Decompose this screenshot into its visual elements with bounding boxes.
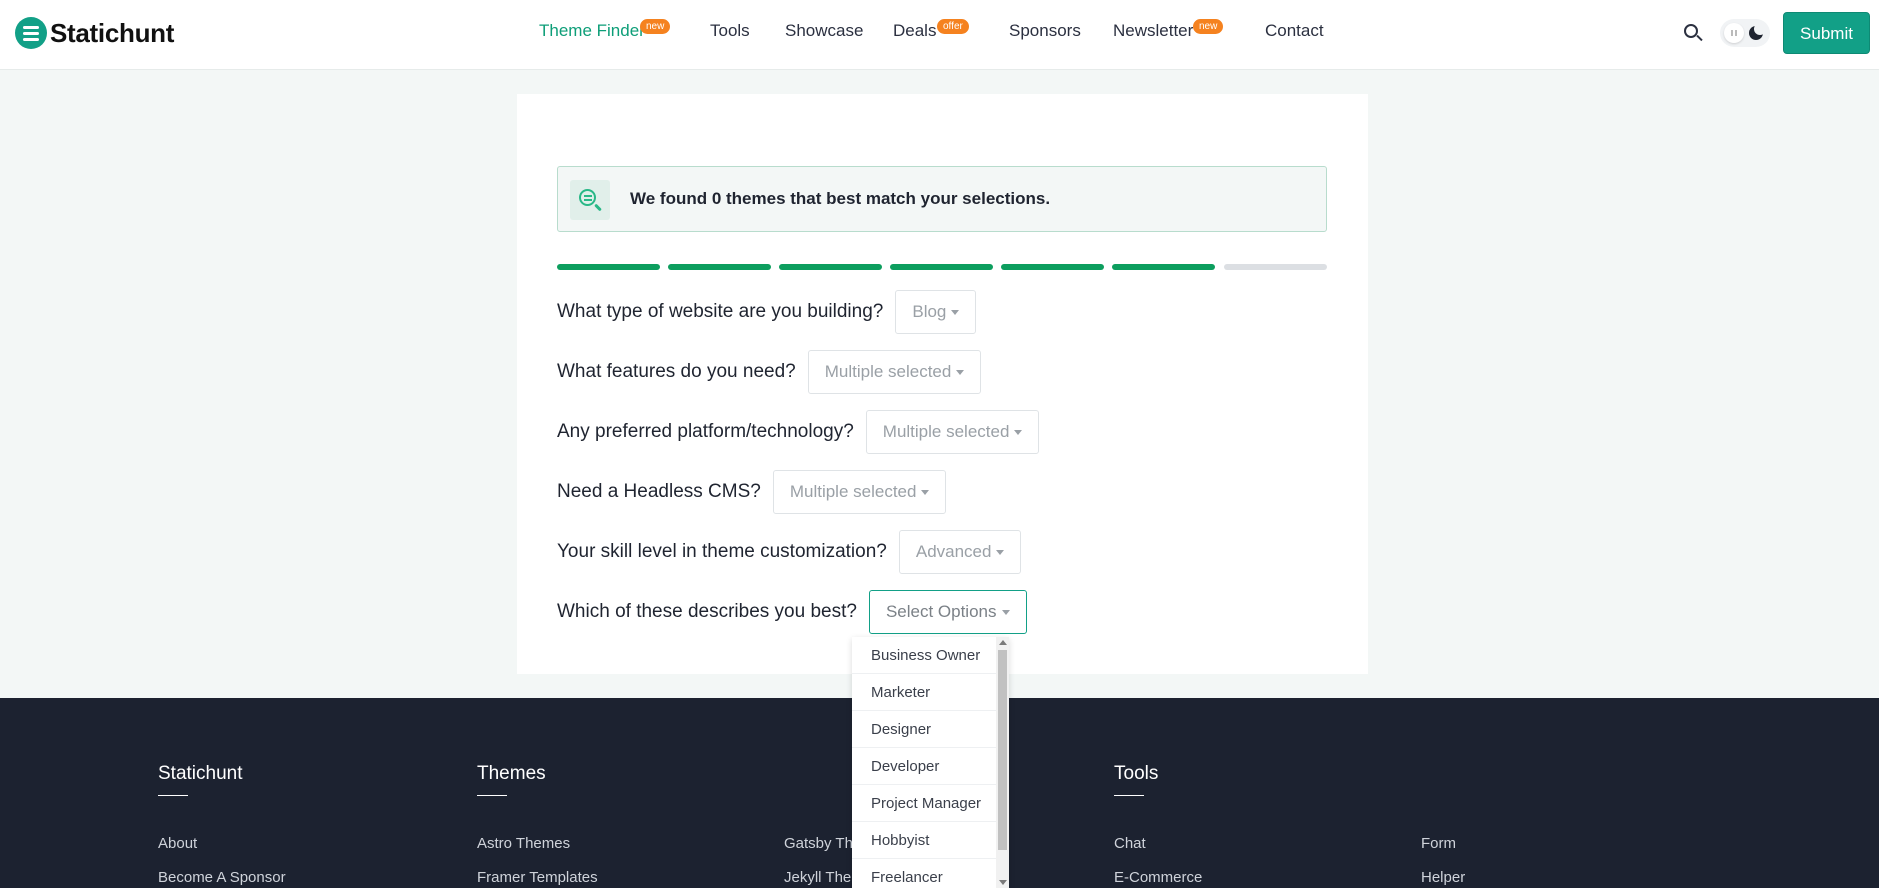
nav-item-newsletter[interactable]: Newsletter new: [1113, 19, 1224, 41]
question-label: Need a Headless CMS?: [557, 481, 761, 502]
option-business-owner[interactable]: Business Owner: [852, 637, 996, 674]
logo-icon: [15, 17, 47, 49]
offer-badge: offer: [937, 19, 969, 34]
footer-link-become-a-sponsor[interactable]: Become A Sponsor: [158, 869, 286, 886]
option-project-manager[interactable]: Project Manager: [852, 785, 996, 822]
question-label: Your skill level in theme customization?: [557, 541, 887, 562]
question-skill-level: Your skill level in theme customization?…: [557, 530, 1022, 574]
footer-link-chat[interactable]: Chat: [1114, 835, 1146, 852]
question-label: What type of website are you building?: [557, 301, 884, 322]
option-hobbyist[interactable]: Hobbyist: [852, 822, 996, 859]
nav-item-sponsors[interactable]: Sponsors: [1009, 21, 1081, 41]
caret-down-icon: [996, 550, 1005, 556]
footer-column-statichunt: Statichunt: [158, 763, 243, 796]
new-badge: new: [1193, 19, 1224, 34]
progress-step: [1112, 264, 1215, 270]
progress-step: [1224, 264, 1327, 270]
caret-down-icon: [956, 370, 965, 376]
question-features: What features do you need? Multiple sele…: [557, 350, 982, 394]
question-describes-you: Which of these describes you best? Selec…: [557, 590, 1027, 634]
heading-underline: [158, 795, 188, 796]
select-value: Multiple selected: [824, 362, 952, 381]
caret-down-icon: [1014, 430, 1023, 436]
select-value: Blog: [912, 302, 947, 321]
footer-link-form[interactable]: Form: [1421, 835, 1456, 852]
footer-link-gatsby-themes[interactable]: Gatsby The: [784, 835, 861, 852]
select-value: Multiple selected: [789, 482, 917, 501]
nav-label: Contact: [1265, 21, 1324, 40]
menu-scrollbar[interactable]: [996, 637, 1009, 888]
option-freelancer[interactable]: Freelancer: [852, 859, 996, 888]
progress-step: [668, 264, 771, 270]
scroll-up-arrow-icon[interactable]: [999, 640, 1007, 645]
footer-link-astro-themes[interactable]: Astro Themes: [477, 835, 570, 852]
result-text: We found 0 themes that best match your s…: [630, 189, 1051, 208]
footer-link-about[interactable]: About: [158, 835, 197, 852]
progress-step: [779, 264, 882, 270]
caret-down-icon: [951, 310, 960, 316]
caret-down-icon: [921, 490, 930, 496]
footer-link-helper[interactable]: Helper: [1421, 869, 1465, 886]
headless-cms-select[interactable]: Multiple selected: [772, 470, 947, 514]
heading-underline: [477, 795, 507, 796]
select-value: Advanced: [915, 542, 992, 561]
describes-you-select[interactable]: Select Options: [868, 590, 1027, 634]
site-header: Statichunt Theme Finder new Tools Showca…: [0, 0, 1879, 70]
nav-item-showcase[interactable]: Showcase: [785, 21, 863, 41]
nav-label: Showcase: [785, 21, 864, 40]
caret-down-icon: [1001, 610, 1010, 616]
search-results-icon: [570, 180, 610, 220]
question-website-type: What type of website are you building? B…: [557, 290, 977, 334]
select-value: Select Options: [885, 602, 997, 621]
footer-link-framer-templates[interactable]: Framer Templates: [477, 869, 598, 886]
option-developer[interactable]: Developer: [852, 748, 996, 785]
scroll-down-arrow-icon[interactable]: [999, 880, 1007, 885]
new-badge: new: [640, 19, 671, 34]
nav-label: Newsletter: [1113, 21, 1194, 40]
progress-step: [557, 264, 660, 270]
nav-item-deals[interactable]: Deals offer: [893, 19, 969, 41]
footer-heading: Tools: [1114, 763, 1159, 784]
nav-label: Theme Finder: [539, 21, 645, 40]
search-icon[interactable]: [1682, 22, 1704, 44]
result-banner: We found 0 themes that best match your s…: [557, 166, 1327, 232]
skill-level-select[interactable]: Advanced: [898, 530, 1022, 574]
select-value: Multiple selected: [882, 422, 1010, 441]
footer-heading: Statichunt: [158, 763, 243, 784]
nav-label: Tools: [710, 21, 750, 40]
question-headless-cms: Need a Headless CMS? Multiple selected: [557, 470, 947, 514]
footer-column-tools: Tools: [1114, 763, 1158, 796]
moon-icon: [1749, 23, 1766, 40]
website-type-select[interactable]: Blog: [895, 290, 977, 334]
question-label: Any preferred platform/technology?: [557, 421, 854, 442]
question-label: Which of these describes you best?: [557, 601, 857, 622]
footer-link-e-commerce[interactable]: E-Commerce: [1114, 869, 1202, 886]
option-marketer[interactable]: Marketer: [852, 674, 996, 711]
logo[interactable]: Statichunt: [15, 17, 174, 49]
nav-item-theme-finder[interactable]: Theme Finder new: [539, 19, 671, 41]
question-label: What features do you need?: [557, 361, 796, 382]
logo-text: Statichunt: [50, 17, 175, 48]
nav-label: Sponsors: [1009, 21, 1081, 40]
option-designer[interactable]: Designer: [852, 711, 996, 748]
footer-heading: Themes: [477, 763, 546, 784]
nav-item-tools[interactable]: Tools: [710, 21, 750, 41]
submit-button[interactable]: Submit: [1783, 12, 1870, 54]
nav-item-contact[interactable]: Contact: [1265, 21, 1324, 41]
sun-icon: [1724, 23, 1744, 43]
describes-you-dropdown-menu: Business Owner Marketer Designer Develop…: [852, 637, 1009, 888]
platform-select[interactable]: Multiple selected: [865, 410, 1040, 454]
footer-column-themes: Themes: [477, 763, 546, 796]
question-platform: Any preferred platform/technology? Multi…: [557, 410, 1040, 454]
progress-step: [890, 264, 993, 270]
progress-bar: [557, 264, 1327, 270]
theme-toggle[interactable]: [1720, 19, 1770, 47]
nav-label: Deals: [893, 21, 937, 40]
features-select[interactable]: Multiple selected: [807, 350, 982, 394]
theme-finder-card: We found 0 themes that best match your s…: [517, 94, 1368, 674]
heading-underline: [1114, 795, 1144, 796]
scrollbar-thumb[interactable]: [998, 650, 1007, 850]
progress-step: [1001, 264, 1104, 270]
